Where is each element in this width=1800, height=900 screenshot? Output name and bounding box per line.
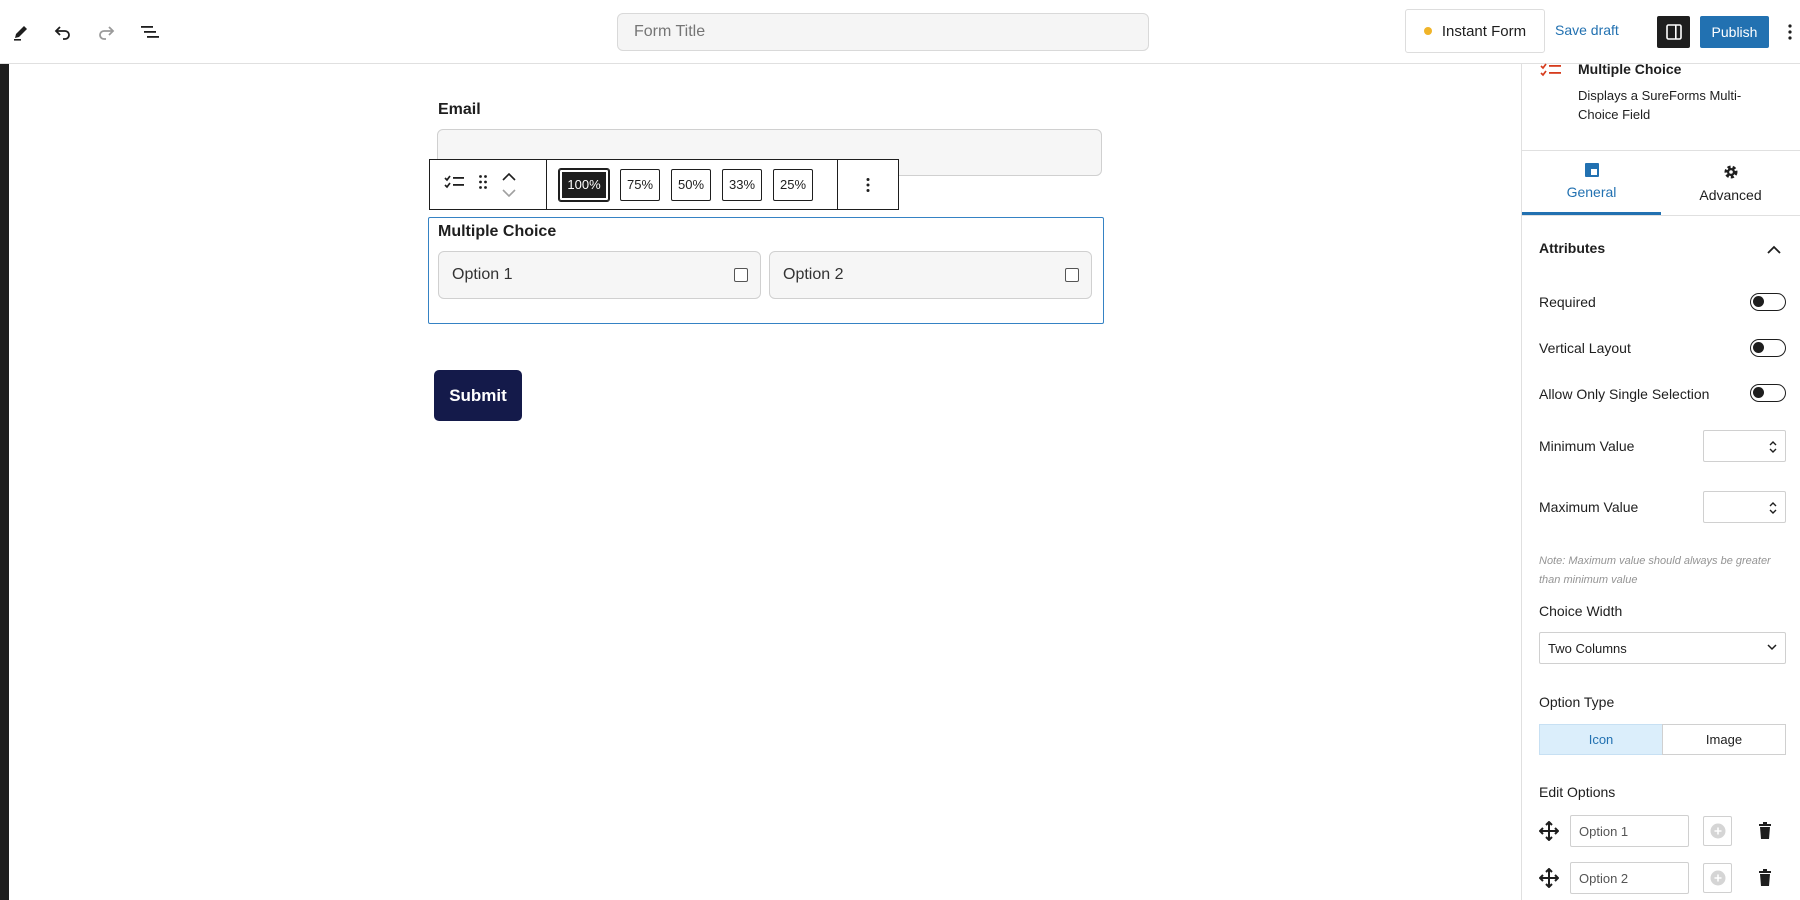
width-100-button[interactable]: 100%: [559, 169, 609, 201]
choice-width-label: Choice Width: [1539, 603, 1622, 619]
edit-option-input[interactable]: Option 2: [1570, 862, 1689, 894]
maximum-value-label: Maximum Value: [1539, 499, 1638, 515]
block-options-button[interactable]: [838, 160, 898, 209]
edit-option-input[interactable]: Option 1: [1570, 815, 1689, 847]
settings-sidebar-toggle[interactable]: [1657, 16, 1690, 48]
vertical-layout-toggle[interactable]: [1750, 339, 1786, 357]
block-toolbar: 100% 75% 50% 33% 25%: [429, 159, 899, 210]
tab-advanced-label: Advanced: [1699, 187, 1761, 203]
multiple-choice-label: Multiple Choice: [438, 223, 556, 241]
layout-icon: [1584, 162, 1600, 178]
trash-icon[interactable]: [1758, 869, 1772, 892]
tab-general-label: General: [1567, 184, 1617, 200]
add-option-button[interactable]: [1703, 863, 1732, 893]
choice-option[interactable]: Option 1: [438, 251, 761, 299]
editor-header: Instant Form Save draft Publish: [0, 0, 1800, 64]
multiple-choice-block-icon[interactable]: [444, 174, 466, 195]
divider: [1522, 215, 1800, 216]
attributes-panel-title[interactable]: Attributes: [1539, 240, 1605, 256]
chevron-down-icon: [1767, 644, 1777, 651]
save-draft-button[interactable]: Save draft: [1555, 22, 1619, 38]
move-block-controls: [502, 173, 516, 197]
move-icon[interactable]: [1539, 821, 1559, 846]
required-toggle[interactable]: [1750, 293, 1786, 311]
tab-general[interactable]: General: [1522, 150, 1661, 215]
pencil-icon[interactable]: [5, 16, 37, 48]
options-menu-icon[interactable]: [1784, 18, 1796, 46]
width-50-button[interactable]: 50%: [671, 169, 711, 201]
vertical-layout-label: Vertical Layout: [1539, 340, 1631, 356]
width-25-button[interactable]: 25%: [773, 169, 813, 201]
toggle-knob: [1753, 296, 1764, 307]
spinner-icon[interactable]: [1769, 440, 1777, 454]
maximum-value-input[interactable]: [1703, 491, 1786, 523]
editor-canvas: Email 100% 75% 50% 33% 25% Multiple C: [9, 64, 1521, 900]
tab-advanced[interactable]: Advanced: [1661, 150, 1800, 215]
choice-width-select[interactable]: Two Columns: [1539, 632, 1786, 664]
option-type-icon-button[interactable]: Icon: [1539, 724, 1663, 755]
choice-option-label: Option 1: [452, 266, 512, 284]
single-selection-label: Allow Only Single Selection: [1539, 386, 1709, 402]
block-card-title: Multiple Choice: [1578, 61, 1681, 77]
email-field-label: Email: [438, 101, 481, 119]
status-dot-icon: [1424, 27, 1432, 35]
choice-option[interactable]: Option 2: [769, 251, 1092, 299]
publish-button[interactable]: Publish: [1700, 16, 1769, 48]
form-title-input[interactable]: [617, 13, 1149, 51]
submit-button[interactable]: Submit: [434, 370, 522, 421]
spinner-icon[interactable]: [1769, 501, 1777, 515]
plus-circle-icon: [1710, 823, 1726, 839]
checkbox-icon[interactable]: [734, 268, 748, 282]
required-label: Required: [1539, 294, 1596, 310]
toggle-knob: [1753, 387, 1764, 398]
sidebar-panel-icon: [1665, 23, 1683, 41]
drag-handle-icon[interactable]: [478, 174, 488, 195]
single-selection-toggle[interactable]: [1750, 384, 1786, 402]
settings-sidebar: Multiple Choice Displays a SureForms Mul…: [1521, 64, 1800, 900]
option-type-image-button[interactable]: Image: [1662, 724, 1786, 755]
plus-circle-icon: [1710, 870, 1726, 886]
edit-options-label: Edit Options: [1539, 784, 1615, 800]
block-card-description: Displays a SureForms Multi-Choice Field: [1578, 86, 1768, 124]
trash-icon[interactable]: [1758, 822, 1772, 845]
choice-option-label: Option 2: [783, 266, 843, 284]
minimum-value-label: Minimum Value: [1539, 438, 1634, 454]
field-width-selector: 100% 75% 50% 33% 25%: [547, 160, 838, 209]
move-up-icon[interactable]: [502, 173, 516, 181]
move-down-icon[interactable]: [502, 189, 516, 197]
document-overview-icon[interactable]: [134, 16, 166, 48]
move-icon[interactable]: [1539, 868, 1559, 893]
gear-icon: [1722, 163, 1740, 181]
add-option-button[interactable]: [1703, 816, 1732, 846]
multiple-choice-block-icon: [1540, 63, 1564, 84]
undo-icon[interactable]: [47, 16, 79, 48]
checkbox-icon[interactable]: [1065, 268, 1079, 282]
width-75-button[interactable]: 75%: [620, 169, 660, 201]
min-max-note: Note: Maximum value should always be gre…: [1539, 552, 1779, 590]
instant-form-button[interactable]: Instant Form: [1405, 9, 1545, 53]
toggle-knob: [1753, 342, 1764, 353]
instant-form-label: Instant Form: [1442, 23, 1526, 40]
redo-icon[interactable]: [90, 16, 122, 48]
more-options-icon: [866, 177, 870, 193]
option-type-label: Option Type: [1539, 694, 1614, 710]
minimum-value-input[interactable]: [1703, 430, 1786, 462]
block-toolbar-controls: [430, 160, 547, 209]
left-edge-strip: [0, 64, 9, 900]
multiple-choice-block[interactable]: Multiple Choice Option 1 Option 2: [428, 217, 1104, 324]
chevron-up-icon[interactable]: [1767, 241, 1781, 259]
choice-width-value: Two Columns: [1548, 641, 1627, 656]
width-33-button[interactable]: 33%: [722, 169, 762, 201]
